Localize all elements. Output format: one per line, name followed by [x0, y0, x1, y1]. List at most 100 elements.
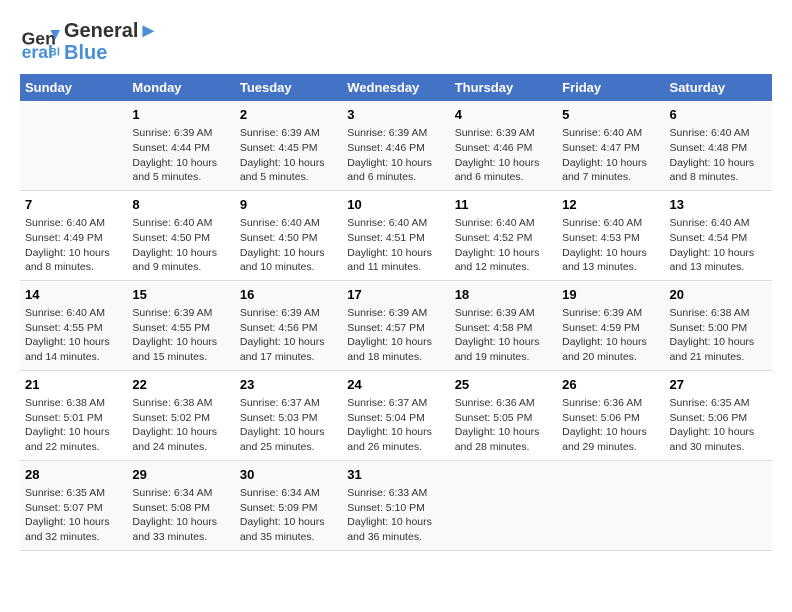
- day-number: 11: [455, 196, 552, 214]
- cell-info: Sunset: 4:47 PM: [562, 141, 659, 156]
- cell-info: and 29 minutes.: [562, 440, 659, 455]
- day-number: 26: [562, 376, 659, 394]
- day-number: 12: [562, 196, 659, 214]
- day-number: 16: [240, 286, 337, 304]
- svg-text:Blue: Blue: [49, 47, 60, 59]
- calendar-cell: 22Sunrise: 6:38 AMSunset: 5:02 PMDayligh…: [127, 370, 234, 460]
- calendar-cell: 10Sunrise: 6:40 AMSunset: 4:51 PMDayligh…: [342, 190, 449, 280]
- calendar-cell: 30Sunrise: 6:34 AMSunset: 5:09 PMDayligh…: [235, 460, 342, 550]
- day-number: 3: [347, 106, 444, 124]
- logo: Gen eral Blue General► Blue: [20, 20, 158, 64]
- cell-info: Sunrise: 6:40 AM: [670, 216, 767, 231]
- cell-info: Sunset: 5:05 PM: [455, 411, 552, 426]
- calendar-cell: 14 Sunrise: 6:40 AMSunset: 4:55 PMDayligh…: [20, 280, 127, 370]
- header-thursday: Thursday: [450, 74, 557, 101]
- cell-info: Sunset: 4:46 PM: [347, 141, 444, 156]
- cell-info: Sunrise: 6:40 AM: [455, 216, 552, 231]
- day-number: 14: [25, 286, 122, 304]
- cell-info: Daylight: 10 hours: [25, 425, 122, 440]
- day-number: 29: [132, 466, 229, 484]
- cell-info: Sunrise: 6:38 AM: [670, 306, 767, 321]
- cell-info: Sunset: 5:01 PM: [25, 411, 122, 426]
- cell-info: and 5 minutes.: [132, 170, 229, 185]
- page-header: Gen eral Blue General► Blue: [20, 20, 772, 64]
- cell-info: Sunrise: 6:40 AM: [347, 216, 444, 231]
- cell-info: Sunrise: 6:39 AM: [240, 306, 337, 321]
- cell-info: Daylight: 10 hours: [132, 425, 229, 440]
- header-sunday: Sunday: [20, 74, 127, 101]
- cell-info: Sunset: 5:08 PM: [132, 501, 229, 516]
- cell-info: Sunset: 5:03 PM: [240, 411, 337, 426]
- calendar-cell: 29Sunrise: 6:34 AMSunset: 5:08 PMDayligh…: [127, 460, 234, 550]
- cell-info: and 8 minutes.: [670, 170, 767, 185]
- cell-info: and 12 minutes.: [455, 260, 552, 275]
- cell-info: and 33 minutes.: [132, 530, 229, 545]
- cell-info: Daylight: 10 hours: [240, 156, 337, 171]
- cell-info: Daylight: 10 hours: [562, 246, 659, 261]
- cell-info: Daylight: 10 hours: [347, 156, 444, 171]
- cell-info: Sunset: 4:56 PM: [240, 321, 337, 336]
- week-row-2: 7Sunrise: 6:40 AMSunset: 4:49 PMDaylight…: [20, 190, 772, 280]
- cell-info: Sunrise: 6:39 AM: [562, 306, 659, 321]
- header-saturday: Saturday: [665, 74, 772, 101]
- logo-icon: Gen eral Blue: [20, 22, 60, 62]
- cell-info: Sunset: 4:55 PM: [132, 321, 229, 336]
- day-number: 8: [132, 196, 229, 214]
- week-row-5: 28Sunrise: 6:35 AMSunset: 5:07 PMDayligh…: [20, 460, 772, 550]
- cell-info: Sunrise: 6:40 AM: [562, 126, 659, 141]
- cell-info: Sunrise: 6:37 AM: [347, 396, 444, 411]
- cell-info: Sunrise: 6:40 AM: [25, 306, 122, 321]
- cell-info: Sunset: 4:46 PM: [455, 141, 552, 156]
- calendar-cell: [557, 460, 664, 550]
- cell-info: Sunset: 5:09 PM: [240, 501, 337, 516]
- cell-info: Daylight: 10 hours: [240, 246, 337, 261]
- cell-info: Sunset: 4:52 PM: [455, 231, 552, 246]
- day-number: 19: [562, 286, 659, 304]
- day-number: 4: [455, 106, 552, 124]
- cell-info: and 8 minutes.: [25, 260, 122, 275]
- day-number: 5: [562, 106, 659, 124]
- header-tuesday: Tuesday: [235, 74, 342, 101]
- calendar-cell: 20Sunrise: 6:38 AMSunset: 5:00 PMDayligh…: [665, 280, 772, 370]
- calendar-cell: 3Sunrise: 6:39 AMSunset: 4:46 PMDaylight…: [342, 101, 449, 190]
- cell-info: Sunrise: 6:40 AM: [562, 216, 659, 231]
- calendar-cell: 26Sunrise: 6:36 AMSunset: 5:06 PMDayligh…: [557, 370, 664, 460]
- cell-info: Daylight: 10 hours: [25, 335, 122, 350]
- cell-info: Daylight: 10 hours: [455, 335, 552, 350]
- cell-info: Sunrise: 6:40 AM: [240, 216, 337, 231]
- cell-info: Daylight: 10 hours: [562, 156, 659, 171]
- calendar-cell: 17Sunrise: 6:39 AMSunset: 4:57 PMDayligh…: [342, 280, 449, 370]
- cell-info: Daylight: 10 hours: [347, 515, 444, 530]
- calendar-table: SundayMondayTuesdayWednesdayThursdayFrid…: [20, 74, 772, 551]
- calendar-cell: 15Sunrise: 6:39 AMSunset: 4:55 PMDayligh…: [127, 280, 234, 370]
- cell-info: Sunrise: 6:36 AM: [455, 396, 552, 411]
- cell-info: Sunset: 4:59 PM: [562, 321, 659, 336]
- cell-info: and 19 minutes.: [455, 350, 552, 365]
- cell-info: and 7 minutes.: [562, 170, 659, 185]
- week-row-1: 1Sunrise: 6:39 AMSunset: 4:44 PMDaylight…: [20, 101, 772, 190]
- calendar-cell: 31Sunrise: 6:33 AMSunset: 5:10 PMDayligh…: [342, 460, 449, 550]
- cell-info: Sunrise: 6:34 AM: [132, 486, 229, 501]
- cell-info: Sunrise: 6:40 AM: [25, 216, 122, 231]
- cell-info: and 21 minutes.: [670, 350, 767, 365]
- day-number: 6: [670, 106, 767, 124]
- cell-info: and 28 minutes.: [455, 440, 552, 455]
- calendar-cell: 9Sunrise: 6:40 AMSunset: 4:50 PMDaylight…: [235, 190, 342, 280]
- cell-info: Daylight: 10 hours: [240, 425, 337, 440]
- cell-info: and 18 minutes.: [347, 350, 444, 365]
- cell-info: Daylight: 10 hours: [455, 246, 552, 261]
- calendar-header-row: SundayMondayTuesdayWednesdayThursdayFrid…: [20, 74, 772, 101]
- cell-info: and 5 minutes.: [240, 170, 337, 185]
- cell-info: Sunrise: 6:39 AM: [455, 126, 552, 141]
- cell-info: Daylight: 10 hours: [455, 156, 552, 171]
- cell-info: and 35 minutes.: [240, 530, 337, 545]
- calendar-cell: 6Sunrise: 6:40 AMSunset: 4:48 PMDaylight…: [665, 101, 772, 190]
- day-number: 28: [25, 466, 122, 484]
- cell-info: Daylight: 10 hours: [670, 246, 767, 261]
- calendar-cell: 19 Sunrise: 6:39 AMSunset: 4:59 PMDayligh…: [557, 280, 664, 370]
- cell-info: and 36 minutes.: [347, 530, 444, 545]
- calendar-cell: 11 Sunrise: 6:40 AMSunset: 4:52 PMDayligh…: [450, 190, 557, 280]
- calendar-cell: 21Sunrise: 6:38 AMSunset: 5:01 PMDayligh…: [20, 370, 127, 460]
- cell-info: Daylight: 10 hours: [562, 335, 659, 350]
- cell-info: Sunset: 4:55 PM: [25, 321, 122, 336]
